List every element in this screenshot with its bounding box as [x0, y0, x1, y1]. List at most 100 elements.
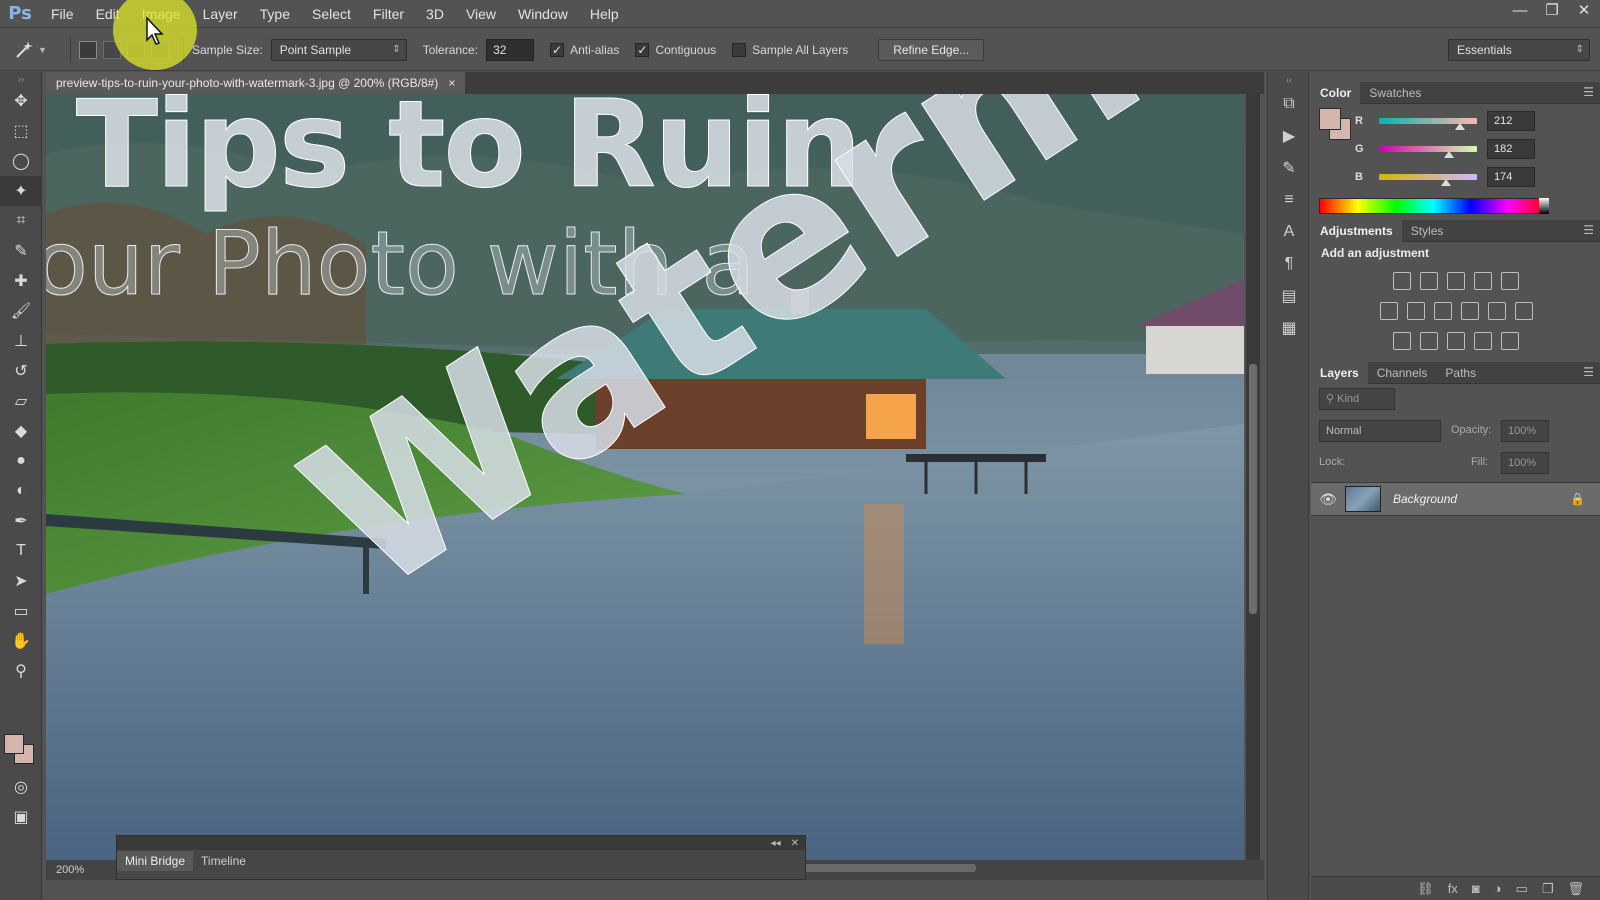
layer-filter-kind-select[interactable]: ⚲ Kind [1319, 388, 1395, 410]
type-tool-icon[interactable]: T [0, 536, 42, 566]
eraser-tool-icon[interactable]: ▱ [0, 386, 42, 416]
new-selection-button[interactable] [79, 40, 97, 59]
crop-tool-icon[interactable]: ⌗ [0, 206, 42, 236]
contiguous-toggle[interactable]: ✓ Contiguous [635, 42, 716, 57]
foreground-color-swatch[interactable] [1319, 108, 1341, 130]
blue-slider-thumb[interactable] [1440, 179, 1451, 186]
blue-value-input[interactable]: 174 [1487, 167, 1535, 187]
delete-layer-icon[interactable]: 🗑 [1567, 881, 1584, 897]
black-white-icon[interactable] [1433, 302, 1452, 320]
document-canvas[interactable]: Tips to Ruin our Photo with a Watermark [46, 94, 1244, 860]
notes-panel-icon[interactable]: ▦ [1268, 312, 1310, 344]
posterize-icon[interactable] [1420, 332, 1438, 350]
magic-wand-tool-icon[interactable]: ✦ [0, 176, 42, 206]
eye-icon[interactable]: 👁 [1311, 491, 1345, 508]
color-lookup-icon[interactable] [1514, 302, 1533, 320]
close-button[interactable]: ✕ [1568, 0, 1600, 20]
tab-channels[interactable]: Channels [1368, 362, 1437, 384]
document-tab[interactable]: preview-tips-to-ruin-your-photo-with-wat… [46, 72, 466, 94]
tab-styles[interactable]: Styles [1402, 220, 1453, 242]
tab-timeline[interactable]: Timeline [193, 851, 254, 871]
vertical-scroll-thumb[interactable] [1249, 364, 1257, 614]
zoom-level[interactable]: 200% [56, 864, 84, 876]
green-slider-thumb[interactable] [1443, 151, 1454, 158]
fill-input[interactable]: 100% [1501, 452, 1549, 474]
new-layer-icon[interactable]: ❐ [1542, 881, 1554, 897]
layer-row-background[interactable]: 👁 Background 🔒 [1311, 482, 1600, 516]
foreground-color-swatch[interactable] [4, 734, 24, 754]
rectangle-tool-icon[interactable]: ▭ [0, 596, 42, 626]
collapse-icon[interactable]: ‹‹ [1268, 72, 1310, 88]
close-panel-icon[interactable]: ✕ [791, 838, 799, 849]
history-brush-tool-icon[interactable]: ↺ [0, 356, 42, 386]
panel-menu-icon[interactable]: ☰ [1583, 223, 1594, 237]
refine-edge-button[interactable]: Refine Edge... [878, 38, 985, 61]
paint-bucket-tool-icon[interactable]: ◆ [0, 416, 42, 446]
tab-layers[interactable]: Layers [1311, 361, 1368, 384]
menu-select[interactable]: Select [301, 0, 362, 28]
clone-stamp-tool-icon[interactable]: ⊥ [0, 326, 42, 356]
brush-panel-icon[interactable]: ✎ [1268, 152, 1310, 184]
panel-menu-icon[interactable]: ☰ [1583, 85, 1594, 99]
history-panel-icon[interactable]: ⧉ [1268, 88, 1310, 120]
threshold-icon[interactable] [1447, 332, 1465, 350]
tolerance-input[interactable]: 32 [486, 38, 535, 61]
tool-preset-picker[interactable]: ▼ [12, 35, 62, 65]
brush-tool-icon[interactable]: 🖌 [0, 296, 42, 326]
vertical-scrollbar[interactable] [1246, 94, 1260, 860]
paragraph-panel-icon[interactable]: ¶ [1268, 248, 1310, 280]
exposure-icon[interactable] [1474, 272, 1492, 290]
workspace-select[interactable]: Essentials [1448, 39, 1590, 61]
add-to-selection-button[interactable] [103, 40, 121, 59]
tab-swatches[interactable]: Swatches [1360, 82, 1430, 104]
menu-edit[interactable]: Edit [85, 0, 131, 28]
color-balance-icon[interactable] [1406, 302, 1425, 320]
menu-filter[interactable]: Filter [362, 0, 415, 28]
restore-button[interactable]: ❐ [1536, 0, 1568, 20]
brightness-contrast-icon[interactable] [1393, 272, 1411, 290]
layer-style-icon[interactable]: fx [1448, 881, 1458, 896]
blue-slider[interactable] [1379, 174, 1477, 186]
red-value-input[interactable]: 212 [1487, 111, 1535, 131]
menu-window[interactable]: Window [507, 0, 579, 28]
tab-adjustments[interactable]: Adjustments [1311, 219, 1402, 242]
levels-icon[interactable] [1420, 272, 1438, 290]
gradient-map-icon[interactable] [1501, 332, 1519, 350]
vibrance-icon[interactable] [1501, 272, 1519, 290]
new-group-icon[interactable]: ▭ [1516, 881, 1528, 897]
menu-image[interactable]: Image [131, 0, 192, 28]
menu-type[interactable]: Type [249, 0, 301, 28]
invert-icon[interactable] [1393, 332, 1411, 350]
brush-presets-icon[interactable]: ≡ [1268, 184, 1310, 216]
eyedropper-tool-icon[interactable]: ✎ [0, 236, 42, 266]
collapse-panel-icon[interactable]: ◂◂ [771, 838, 781, 849]
healing-brush-tool-icon[interactable]: ✚ [0, 266, 42, 296]
anti-alias-toggle[interactable]: ✓ Anti-alias [550, 42, 619, 57]
actions-panel-icon[interactable]: ▶ [1268, 120, 1310, 152]
character-panel-icon[interactable]: A [1268, 216, 1310, 248]
lasso-tool-icon[interactable]: ◯ [0, 146, 42, 176]
panel-menu-icon[interactable]: ☰ [1583, 365, 1594, 379]
link-layers-icon[interactable]: ⛓ [1417, 881, 1434, 897]
green-value-input[interactable]: 182 [1487, 139, 1535, 159]
screen-mode-icon[interactable]: ▣ [0, 802, 42, 832]
new-adjustment-layer-icon[interactable]: ◑ [1494, 881, 1502, 896]
tab-paths[interactable]: Paths [1436, 362, 1485, 384]
hue-saturation-icon[interactable] [1379, 302, 1398, 320]
blend-mode-select[interactable]: Normal [1319, 420, 1441, 442]
sample-all-layers-checkbox[interactable] [732, 42, 747, 57]
red-slider[interactable] [1379, 118, 1477, 130]
pen-tool-icon[interactable]: ✒ [0, 506, 42, 536]
add-mask-icon[interactable]: ◙ [1472, 881, 1480, 896]
minimize-button[interactable]: — [1504, 0, 1536, 20]
green-slider[interactable] [1379, 146, 1477, 158]
collapse-icon[interactable]: ›› [0, 72, 42, 86]
curves-icon[interactable] [1447, 272, 1465, 290]
tab-mini-bridge[interactable]: Mini Bridge [117, 851, 194, 871]
red-slider-thumb[interactable] [1455, 123, 1466, 130]
tab-color[interactable]: Color [1311, 81, 1361, 104]
channel-mixer-icon[interactable] [1487, 302, 1506, 320]
menu-help[interactable]: Help [579, 0, 630, 28]
black-white-ramp[interactable] [1539, 198, 1549, 214]
selective-color-icon[interactable] [1474, 332, 1492, 350]
